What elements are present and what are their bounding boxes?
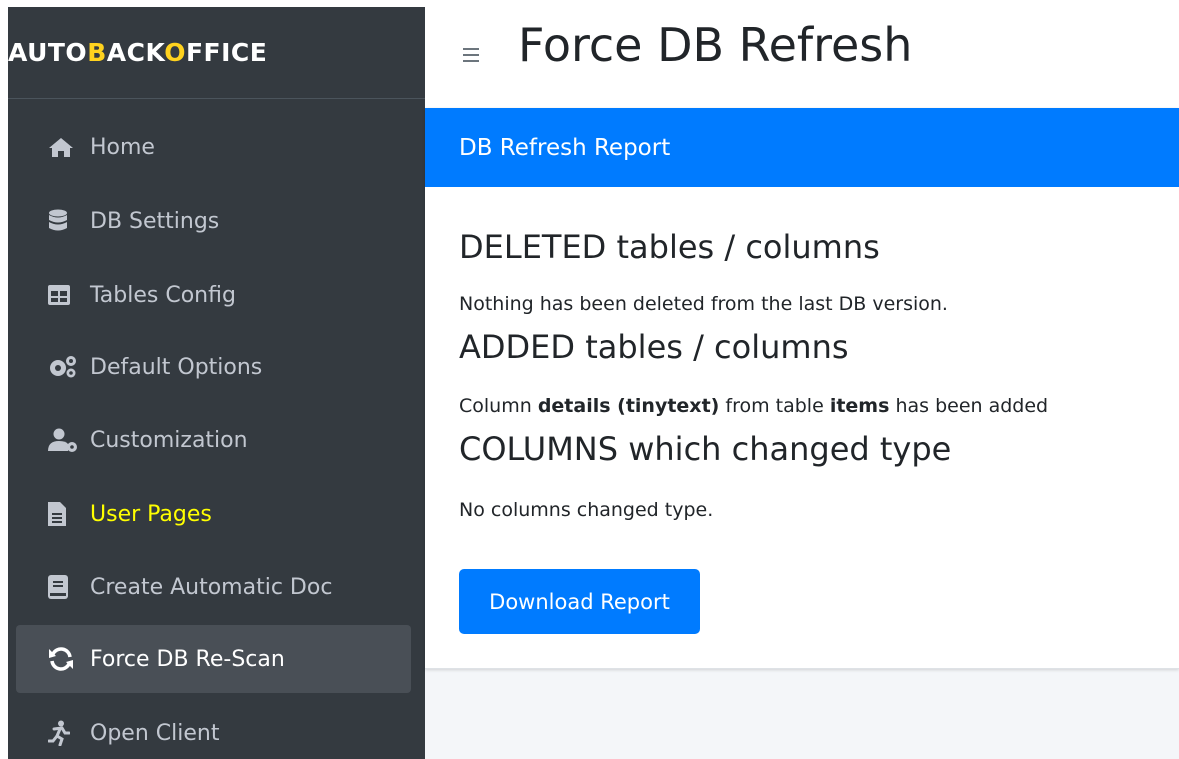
sidebar-item-home[interactable]: Home [16, 113, 411, 181]
running-icon [48, 720, 86, 746]
card-header: DB Refresh Report [425, 108, 1179, 187]
added-text: Column details (tinytext) from table ite… [459, 395, 1049, 417]
sidebar-item-user-pages[interactable]: User Pages [16, 480, 411, 548]
database-icon [48, 208, 86, 234]
top-navbar: Force DB Refresh [425, 0, 1179, 108]
changed-text: No columns changed type. [459, 499, 714, 521]
download-report-button[interactable]: Download Report [459, 569, 700, 634]
sidebar-item-force-db-rescan[interactable]: Force DB Re-Scan [16, 625, 411, 693]
file-icon [48, 501, 86, 527]
sync-icon [48, 646, 86, 672]
deleted-text: Nothing has been deleted from the last D… [459, 293, 948, 315]
sidebar-item-label: Create Automatic Doc [90, 574, 333, 600]
deleted-heading: DELETED tables / columns [459, 228, 880, 266]
page-title: Force DB Refresh [518, 18, 913, 72]
added-heading: ADDED tables / columns [459, 328, 849, 366]
added-column-name: details (tinytext) [537, 395, 720, 417]
sidebar-item-label: DB Settings [90, 208, 220, 234]
changed-heading: COLUMNS which changed type [459, 430, 952, 468]
sidebar-item-default-options[interactable]: Default Options [16, 333, 411, 401]
user-cog-icon [48, 427, 86, 453]
sidebar: AUTOBACKOFFICE Home DB Settings Tables C… [8, 7, 425, 759]
main-content: Force DB Refresh DB Refresh Report DELET… [425, 0, 1179, 759]
table-icon [48, 282, 86, 308]
sidebar-item-label: Tables Config [90, 282, 236, 308]
home-icon [48, 134, 86, 160]
sidebar-item-create-automatic-doc[interactable]: Create Automatic Doc [16, 553, 411, 621]
book-icon [48, 574, 86, 600]
hamburger-menu-icon[interactable] [463, 48, 479, 62]
sidebar-item-db-settings[interactable]: DB Settings [16, 187, 411, 255]
sidebar-item-label: Default Options [90, 354, 263, 380]
brand[interactable]: AUTOBACKOFFICE [8, 7, 425, 99]
cogs-icon [48, 354, 86, 380]
sidebar-item-label: Force DB Re-Scan [90, 646, 285, 672]
sidebar-item-customization[interactable]: Customization [16, 406, 411, 474]
sidebar-item-tables-config[interactable]: Tables Config [16, 261, 411, 329]
report-card: DB Refresh Report DELETED tables / colum… [425, 108, 1179, 669]
sidebar-item-label: Open Client [90, 720, 220, 746]
brand-logo[interactable]: AUTOBACKOFFICE [8, 38, 267, 67]
sidebar-item-label: User Pages [90, 501, 212, 527]
added-table-name: items [829, 395, 890, 417]
sidebar-item-label: Home [90, 134, 155, 160]
sidebar-item-label: Customization [90, 427, 248, 453]
sidebar-item-open-client[interactable]: Open Client [16, 699, 411, 759]
card-title: DB Refresh Report [459, 134, 671, 161]
